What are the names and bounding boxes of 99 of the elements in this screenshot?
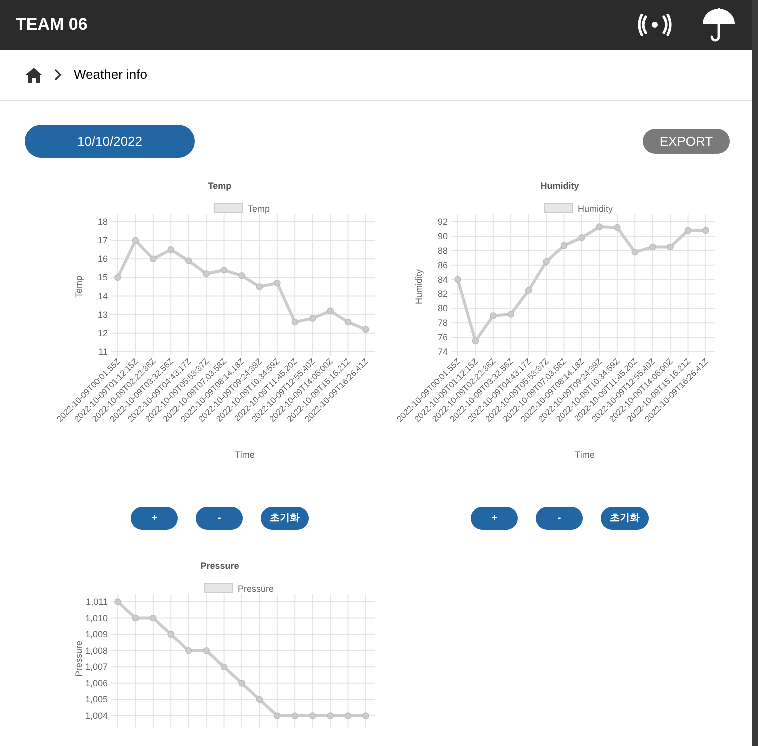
y-tick-label: 1,009 (85, 630, 108, 640)
y-tick-label: 1,004 (85, 711, 108, 721)
legend-label[interactable]: Pressure (238, 584, 274, 594)
data-point (292, 318, 299, 326)
data-point (614, 224, 621, 232)
date-button[interactable]: 10/10/2022 (25, 125, 195, 158)
data-point (220, 664, 228, 671)
data-point (114, 598, 122, 606)
reset-button[interactable]: 초기화 (601, 507, 649, 530)
data-point (256, 696, 264, 704)
data-point (702, 227, 710, 234)
data-point (578, 234, 586, 242)
data-point (203, 270, 210, 278)
data-point (525, 287, 532, 294)
legend-swatch[interactable] (544, 204, 574, 214)
y-tick-label: 76 (438, 332, 448, 343)
chart-title: Pressure (200, 560, 240, 573)
umbrella-icon[interactable] (702, 7, 736, 43)
data-point (185, 258, 192, 264)
zoom-button[interactable]: - (536, 507, 583, 530)
data-point (238, 272, 246, 280)
y-tick-label: 80 (438, 304, 448, 314)
data-point (684, 227, 692, 234)
broadcast-icon[interactable] (638, 14, 672, 36)
y-tick-label: 1,005 (85, 694, 108, 705)
chart-title: Temp (208, 180, 232, 193)
y-tick-label: 1,008 (85, 646, 108, 656)
data-point (454, 276, 462, 284)
legend-label[interactable]: Temp (248, 204, 270, 214)
data-point (344, 712, 352, 720)
data-point (649, 244, 656, 251)
y-tick-label: 82 (438, 289, 448, 300)
data-point (344, 318, 352, 326)
data-point (632, 248, 639, 256)
data-point (274, 280, 281, 287)
data-point (472, 338, 480, 345)
data-point (309, 315, 316, 322)
y-tick-label: 1,010 (85, 613, 108, 624)
breadcrumb-label[interactable]: Weather info (74, 65, 148, 85)
home-icon[interactable] (26, 67, 42, 83)
data-point (168, 631, 175, 638)
data-point (150, 256, 157, 263)
y-tick-label: 11 (98, 347, 108, 357)
chevron-right-icon (54, 69, 62, 81)
data-point (362, 326, 370, 334)
zoom-button[interactable]: + (131, 507, 178, 530)
data-point (274, 712, 281, 720)
data-point (203, 647, 210, 654)
legend-swatch[interactable] (204, 584, 234, 594)
data-point (543, 258, 550, 266)
data-point (560, 242, 568, 250)
axis-title: Pressure (74, 641, 84, 677)
data-point (327, 308, 334, 315)
data-point (490, 312, 497, 320)
y-tick-label: 16 (98, 254, 108, 264)
zoom-button[interactable]: + (471, 507, 518, 530)
data-point (596, 224, 604, 230)
data-point (667, 244, 674, 251)
data-point (220, 266, 228, 274)
legend-label[interactable]: Humidity (578, 204, 614, 214)
y-tick-label: 18 (98, 217, 108, 227)
zoom-button[interactable]: - (196, 507, 243, 530)
y-tick-label: 88 (438, 246, 448, 256)
y-tick-label: 1,006 (85, 678, 108, 688)
data-point (327, 712, 334, 720)
reset-button[interactable]: 초기화 (261, 507, 309, 530)
data-point (168, 246, 175, 254)
y-tick-label: 86 (438, 260, 448, 270)
legend-swatch[interactable] (214, 204, 244, 214)
data-point (309, 712, 316, 720)
y-tick-label: 90 (438, 231, 448, 242)
app-title: TEAM 06 (16, 14, 88, 36)
y-tick-label: 84 (438, 274, 448, 285)
y-tick-label: 1,011 (86, 597, 108, 607)
export-button[interactable]: EXPORT (643, 129, 730, 154)
y-tick-label: 78 (438, 318, 448, 328)
axis-title: Time (575, 450, 595, 460)
data-point (132, 614, 140, 622)
y-tick-label: 1,007 (85, 662, 108, 672)
y-tick-label: 17 (98, 236, 108, 246)
data-point (362, 712, 370, 720)
data-point (132, 237, 140, 244)
axis-title: Humidity (414, 270, 424, 304)
y-tick-label: 74 (438, 347, 448, 357)
y-tick-label: 12 (98, 328, 108, 338)
data-point (508, 311, 515, 318)
data-point (256, 284, 264, 290)
y-tick-label: 14 (98, 291, 108, 302)
data-point (292, 712, 299, 720)
data-point (114, 274, 122, 282)
y-tick-label: 92 (438, 217, 448, 227)
data-point (238, 680, 246, 687)
axis-title: Temp (74, 276, 84, 298)
y-tick-label: 13 (98, 310, 108, 320)
axis-title: Time (235, 450, 255, 460)
y-tick-label: 15 (98, 272, 108, 283)
data-point (150, 614, 157, 622)
data-point (185, 647, 192, 654)
chart-title: Humidity (540, 180, 580, 193)
